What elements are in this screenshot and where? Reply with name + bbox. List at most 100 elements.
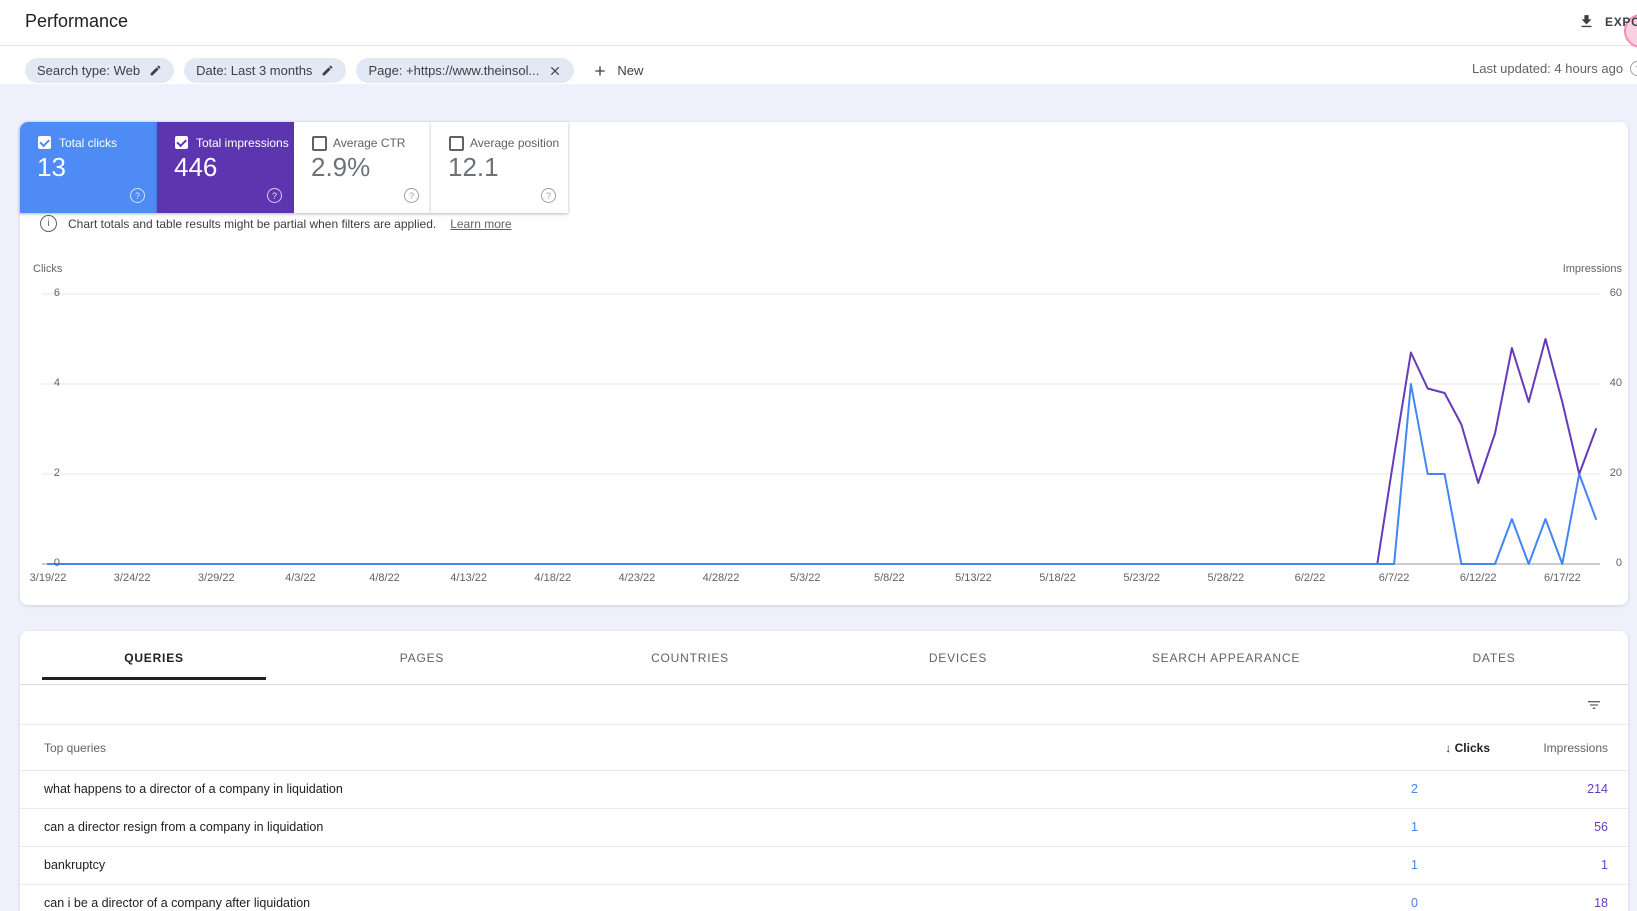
checkbox-unchecked-icon[interactable] — [449, 136, 464, 151]
page-filter-chip[interactable]: Page: +https://www.theinsol... — [356, 58, 575, 83]
performance-page: Performance EXPORT Search type: Web Date… — [0, 0, 1637, 911]
checkbox-checked-icon[interactable] — [38, 136, 51, 149]
help-icon[interactable]: ? — [404, 188, 419, 203]
top-queries-header: Top queries — [44, 741, 107, 755]
x-axis-tick: 4/13/22 — [450, 572, 487, 584]
search-type-chip[interactable]: Search type: Web — [25, 58, 175, 83]
impressions-cell: 18 — [1594, 896, 1608, 910]
edit-icon[interactable] — [321, 64, 334, 77]
table-row[interactable]: what happens to a director of a company … — [20, 770, 1628, 809]
table-header-row: Top queries ↓ Clicks Impressions — [20, 725, 1628, 771]
y-axis-tick-left: 2 — [53, 467, 60, 479]
dimension-tabs: QUERIES PAGES COUNTRIES DEVICES SEARCH A… — [20, 631, 1628, 685]
y-axis-tick-left: 6 — [53, 287, 60, 299]
total-clicks-tile[interactable]: Total clicks 13 ? — [20, 122, 157, 213]
metric-value: 12.1 — [448, 152, 499, 182]
table-row[interactable]: can a director resign from a company in … — [20, 808, 1628, 847]
metric-label: Total clicks — [59, 136, 118, 150]
tab-pages[interactable]: PAGES — [288, 631, 556, 684]
x-axis-tick: 3/29/22 — [197, 572, 235, 584]
clicks-column-header[interactable]: ↓ Clicks — [1370, 741, 1490, 755]
tab-search-appearance[interactable]: SEARCH APPEARANCE — [1092, 631, 1360, 684]
new-filter-label: New — [617, 63, 644, 78]
impressions-column-header[interactable]: Impressions — [1488, 741, 1608, 755]
x-axis-tick: 3/24/22 — [113, 572, 151, 584]
table-row[interactable]: can i be a director of a company after l… — [20, 884, 1628, 911]
metric-label: Average position — [470, 136, 560, 150]
left-axis-title: Clicks — [33, 263, 63, 275]
query-cell: can i be a director of a company after l… — [44, 896, 311, 910]
metric-label: Total impressions — [196, 136, 289, 150]
performance-chart-card: Total clicks 13 ? Total impressions 446 … — [20, 122, 1628, 605]
date-range-chip-label: Date: Last 3 months — [196, 63, 313, 78]
help-icon[interactable]: ? — [541, 188, 556, 203]
x-axis-tick: 5/8/22 — [874, 572, 905, 584]
average-position-tile[interactable]: Average position 12.1 ? — [431, 122, 568, 213]
sort-arrow-down-icon: ↓ — [1445, 741, 1452, 755]
tab-queries[interactable]: QUERIES — [20, 631, 288, 684]
tab-dates[interactable]: DATES — [1360, 631, 1628, 684]
tab-devices[interactable]: DEVICES — [824, 631, 1092, 684]
new-filter-button[interactable]: New — [592, 63, 643, 79]
learn-more-link[interactable]: Learn more — [450, 217, 511, 231]
total-impressions-tile[interactable]: Total impressions 446 ? — [157, 122, 294, 213]
x-axis-tick: 6/7/22 — [1378, 572, 1410, 584]
right-axis-title: Impressions — [1562, 263, 1622, 275]
help-icon[interactable]: ? — [130, 188, 145, 203]
top-bar: Performance EXPORT — [0, 0, 1637, 48]
metric-value: 2.9% — [311, 152, 371, 182]
notice-text: Chart totals and table results might be … — [68, 216, 437, 231]
x-axis-tick: 3/19/22 — [29, 572, 67, 584]
checkbox-unchecked-icon[interactable] — [312, 136, 327, 151]
x-axis-tick: 5/28/22 — [1207, 572, 1245, 584]
metric-label: Average CTR — [333, 136, 406, 150]
edit-icon[interactable] — [149, 64, 162, 77]
tab-countries[interactable]: COUNTRIES — [556, 631, 824, 684]
x-axis-tick: 6/17/22 — [1543, 572, 1581, 584]
filter-bar: Search type: Web Date: Last 3 months Pag… — [0, 46, 1637, 84]
metric-tiles: Total clicks 13 ? Total impressions 446 … — [20, 122, 568, 213]
x-axis-tick: 6/12/22 — [1459, 572, 1497, 584]
export-button[interactable]: EXPORT — [1578, 13, 1637, 30]
help-icon[interactable]: ? — [1630, 61, 1637, 76]
clicks-cell: 1 — [1411, 820, 1418, 834]
download-icon — [1578, 13, 1595, 30]
info-icon: i — [40, 215, 57, 232]
last-updated-text: Last updated: 4 hours ago — [1472, 61, 1624, 76]
x-axis-tick: 4/18/22 — [534, 572, 572, 584]
x-axis-tick: 5/18/22 — [1039, 572, 1076, 584]
y-axis-tick-right: 20 — [1609, 467, 1622, 479]
close-icon[interactable] — [548, 64, 562, 78]
metric-value: 446 — [174, 152, 218, 182]
y-axis-tick-left: 4 — [53, 377, 60, 389]
partial-data-notice: i Chart totals and table results might b… — [40, 215, 512, 232]
chart-lines — [42, 293, 1600, 565]
clicks-cell: 1 — [1411, 858, 1418, 872]
clicks-cell: 2 — [1411, 782, 1418, 796]
query-cell: can a director resign from a company in … — [44, 820, 324, 834]
x-axis-tick: 5/23/22 — [1123, 572, 1161, 584]
average-ctr-tile[interactable]: Average CTR 2.9% ? — [294, 122, 431, 213]
x-axis-tick: 5/13/22 — [955, 572, 992, 584]
x-axis-tick: 6/2/22 — [1294, 572, 1326, 584]
x-axis-tick: 5/3/22 — [789, 572, 821, 584]
dimensions-table-card: QUERIES PAGES COUNTRIES DEVICES SEARCH A… — [20, 631, 1628, 911]
time-series-chart — [42, 287, 1600, 572]
checkbox-checked-icon[interactable] — [175, 136, 188, 149]
impressions-cell: 56 — [1594, 820, 1608, 834]
y-axis-tick-right: 0 — [1615, 557, 1622, 569]
x-axis-tick: 4/8/22 — [369, 572, 400, 584]
table-row[interactable]: bankruptcy 1 1 — [20, 846, 1628, 885]
page-filter-chip-label: Page: +https://www.theinsol... — [368, 63, 540, 78]
x-axis-tick: 4/23/22 — [618, 572, 656, 584]
filter-chips: Search type: Web Date: Last 3 months Pag… — [25, 58, 643, 83]
date-range-chip[interactable]: Date: Last 3 months — [184, 58, 347, 83]
help-icon[interactable]: ? — [267, 188, 282, 203]
impressions-cell: 1 — [1601, 858, 1608, 872]
table-filter-row — [20, 685, 1628, 725]
impressions-cell: 214 — [1587, 782, 1608, 796]
filter-list-icon[interactable] — [1586, 697, 1602, 713]
query-cell: bankruptcy — [44, 858, 106, 872]
last-updated: Last updated: 4 hours ago ? — [1472, 61, 1637, 76]
y-axis-tick-right: 40 — [1609, 377, 1622, 389]
